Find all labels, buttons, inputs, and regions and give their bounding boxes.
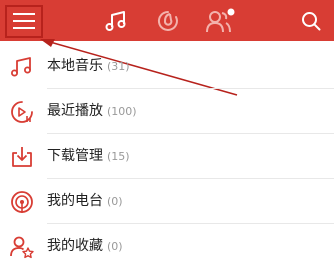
my-radio-icon xyxy=(11,191,33,213)
list-item-count: (0) xyxy=(107,240,123,253)
list-item-local-music[interactable]: 本地音乐 (31) xyxy=(0,44,334,89)
list-item-count: (31) xyxy=(107,60,130,73)
favorites-icon xyxy=(10,236,34,259)
list-item-label: 我的电台 xyxy=(47,193,103,209)
list-item-my-radio[interactable]: 我的电台 (0) xyxy=(0,179,334,224)
tab-friends[interactable] xyxy=(196,0,244,41)
list-item-favorites[interactable]: 我的收藏 (0) xyxy=(0,224,334,269)
list-item-count: (15) xyxy=(107,150,130,163)
list-item-count: (100) xyxy=(107,105,137,118)
search-button[interactable] xyxy=(296,0,326,41)
top-bar xyxy=(0,0,334,41)
music-note-icon xyxy=(11,57,31,77)
list-item-recent-play[interactable]: 最近播放 (100) xyxy=(0,89,334,134)
list-item-label: 最近播放 xyxy=(47,103,103,119)
list-item-downloads[interactable]: 下载管理 (15) xyxy=(0,134,334,179)
list-item-label: 我的收藏 xyxy=(47,238,103,254)
friends-icon xyxy=(206,8,235,32)
music-note-icon xyxy=(105,10,126,31)
tab-my-music[interactable] xyxy=(96,0,136,41)
search-icon xyxy=(302,11,321,30)
list-item-label: 本地音乐 xyxy=(47,58,103,74)
download-icon xyxy=(12,147,32,167)
notification-dot xyxy=(227,8,235,15)
list-item-count: (0) xyxy=(107,195,123,208)
recent-play-icon xyxy=(11,101,33,123)
annotation-highlight-box xyxy=(5,5,43,38)
tab-discover[interactable] xyxy=(148,0,188,41)
netease-radio-icon xyxy=(157,10,178,31)
list-item-label: 下载管理 xyxy=(47,148,103,164)
